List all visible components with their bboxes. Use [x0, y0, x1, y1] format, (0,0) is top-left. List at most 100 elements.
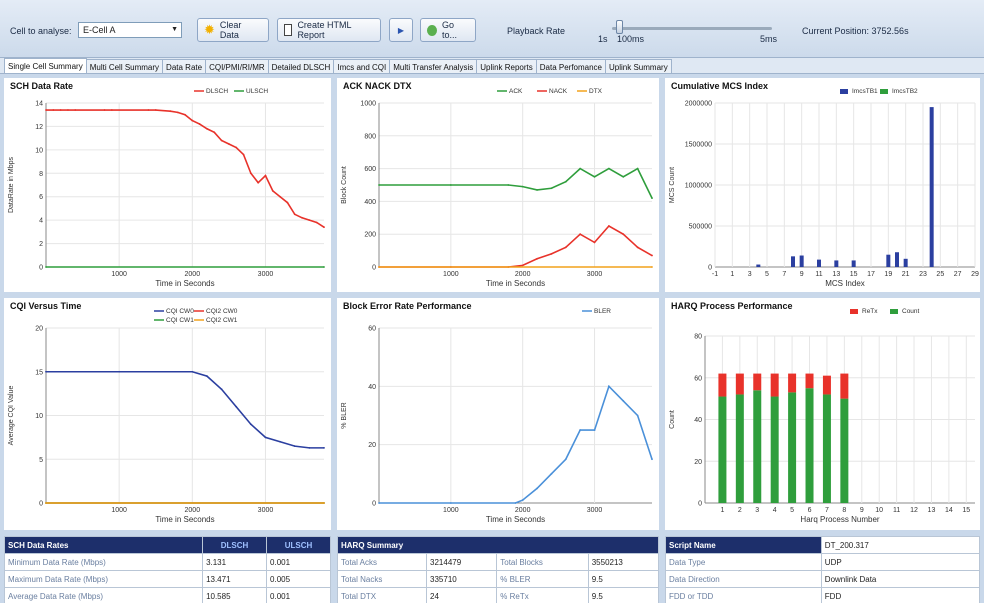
data-point: [220, 139, 223, 142]
data-point: [308, 219, 311, 222]
data-point: [622, 175, 625, 178]
y-tick-label: 10: [35, 413, 43, 420]
table-cell: 0.001: [266, 553, 331, 571]
table-cell: FDD or TDD: [665, 587, 822, 603]
tab-multi-transfer[interactable]: Multi Transfer Analysis: [389, 59, 478, 73]
table-cell: 13.471: [202, 570, 268, 588]
data-point: [521, 264, 524, 267]
table-cell: 335710: [426, 570, 498, 588]
bar: [799, 255, 804, 267]
playback-rate-label: Playback Rate: [507, 26, 566, 36]
tab-uplink-reports[interactable]: Uplink Reports: [476, 59, 537, 73]
sch-data-rate-chart: 0 2 4 6 8 10 12 14 Time in Seconds DataRate in Mb…: [8, 88, 325, 288]
y-tick-label: 1000: [360, 101, 376, 108]
data-point: [169, 110, 172, 113]
harq-table-title: HARQ Summary: [337, 536, 659, 554]
bar: [788, 373, 797, 393]
legend-label: NACK: [549, 88, 568, 95]
data-point: [227, 143, 230, 145]
y-tick-label: 0: [39, 501, 43, 508]
tab-single-cell-summary[interactable]: Single Cell Summary: [4, 58, 87, 73]
table-cell: Total Nacks: [336, 570, 428, 588]
data-point: [593, 241, 596, 244]
data-point: [242, 153, 245, 156]
playback-slider-thumb[interactable]: [616, 20, 623, 34]
data-point: [579, 429, 582, 431]
cell-select-value: E-Cell A: [83, 25, 116, 35]
clear-data-button[interactable]: ✹ Clear Data: [197, 18, 269, 42]
data-point: [308, 446, 311, 449]
table-cell: Downlink Data: [820, 570, 981, 588]
data-point: [45, 109, 47, 111]
x-axis-title: MCS Index: [825, 279, 865, 288]
data-point: [651, 197, 653, 200]
data-point: [564, 458, 567, 461]
table-cell: UDP: [820, 553, 981, 571]
legend-label: DTX: [589, 88, 603, 95]
script-summary-table: Script Name DT_200.317 Data Type UDP Data …: [665, 536, 981, 603]
legend-label: ReTx: [862, 308, 878, 315]
tab-cqi-pmi[interactable]: CQI/PMI/RI/MR: [205, 59, 269, 73]
table-cell: 3214479: [426, 553, 498, 571]
data-point: [449, 184, 452, 186]
mcs-panel: Cumulative MCS Index 0 500000 1000000 15000…: [665, 78, 980, 292]
y-tick-label: 500000: [689, 224, 712, 231]
y-tick-label: 20: [368, 442, 376, 449]
y-tick-label: 2: [39, 241, 43, 248]
script-name-value: DT_200.317: [820, 536, 981, 554]
tab-imcs-cqi[interactable]: Imcs and CQI: [333, 59, 391, 73]
data-point: [257, 181, 260, 184]
x-tick-label: 1000: [443, 271, 459, 278]
data-point: [293, 445, 296, 448]
x-tick-label: 2000: [515, 271, 531, 278]
create-report-button[interactable]: Create HTML Report: [277, 18, 381, 42]
cqi-chart-title: CQI Versus Time: [10, 301, 82, 311]
y-axis-title: MCS Count: [669, 167, 676, 203]
x-tick-label: 9: [800, 271, 804, 278]
legend-label: BLER: [594, 308, 611, 315]
table-cell: Minimum Data Rate (Mbps): [3, 553, 204, 571]
bar: [851, 260, 856, 267]
bar: [770, 373, 779, 397]
y-tick-label: 0: [372, 501, 376, 508]
tab-multi-cell-summary[interactable]: Multi Cell Summary: [85, 59, 164, 73]
series-line: [379, 167, 653, 199]
data-point: [507, 184, 510, 186]
y-tick-label: 800: [364, 133, 376, 140]
y-axis-title: % BLER: [341, 402, 348, 428]
x-axis-title: Time in Seconds: [155, 515, 214, 524]
data-point: [103, 109, 106, 111]
y-tick-label: 5: [39, 457, 43, 464]
cell-select[interactable]: E-Cell A ▼: [78, 22, 182, 38]
bar: [886, 254, 891, 267]
x-tick-label: 1000: [111, 507, 127, 514]
tab-data-rate[interactable]: Data Rate: [162, 59, 207, 73]
harq-panel: HARQ Process Performance 0 20 40 60 80 Harq P…: [665, 298, 980, 530]
y-tick-label: 1500000: [685, 142, 712, 149]
data-point: [622, 233, 625, 236]
go-to-button[interactable]: Go to...: [420, 18, 476, 42]
table-cell: 10.585: [202, 587, 268, 603]
data-point: [564, 180, 567, 183]
playback-rate-slider[interactable]: [612, 27, 772, 30]
tab-detailed-dlsch[interactable]: Detailed DLSCH: [267, 59, 335, 73]
play-button[interactable]: ▶: [389, 18, 413, 42]
tab-data-performance[interactable]: Data Perfomance: [535, 59, 607, 73]
go-to-label: Go to...: [442, 20, 458, 40]
x-tick-label: 5: [765, 271, 769, 278]
data-point: [249, 423, 252, 426]
legend-label: ACK: [509, 88, 523, 95]
x-tick-label: 9: [860, 507, 864, 514]
x-tick-label: 2: [738, 507, 742, 514]
series-line: [379, 224, 653, 268]
data-point: [622, 400, 625, 402]
data-point: [264, 174, 267, 177]
tab-uplink-summary[interactable]: Uplink Summary: [605, 59, 672, 73]
bler-chart: 0 20 40 60 Time in Seconds % BLER BLER 1000 2000…: [341, 308, 653, 524]
bar: [770, 396, 779, 503]
y-tick-label: 20: [694, 459, 702, 466]
bar: [718, 396, 727, 503]
data-point: [378, 266, 380, 268]
sch-table-title: SCH Data Rates: [3, 536, 204, 554]
script-name-label: Script Name: [665, 536, 822, 554]
